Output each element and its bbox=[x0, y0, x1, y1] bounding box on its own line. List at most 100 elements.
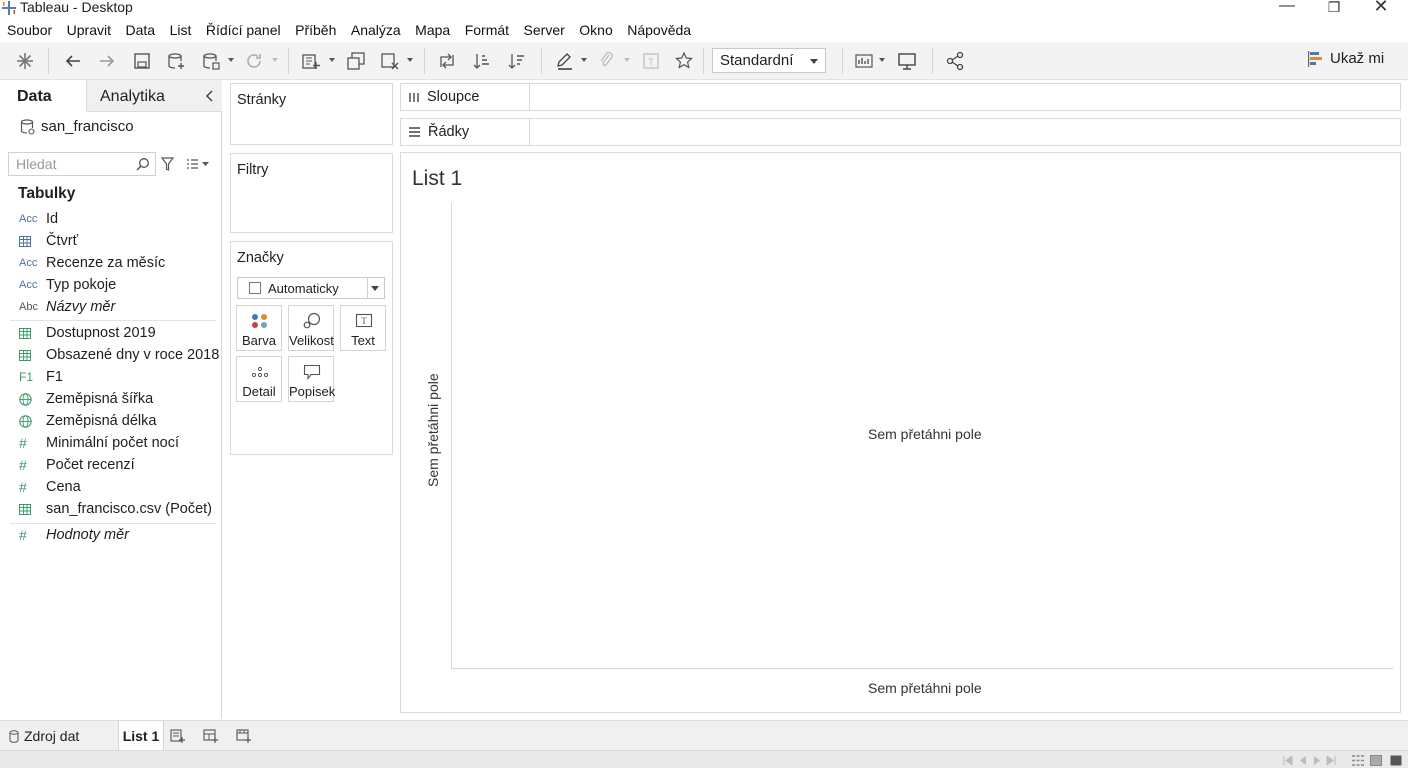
chevron-down-icon[interactable] bbox=[329, 58, 335, 62]
search-field[interactable] bbox=[8, 152, 156, 176]
share-icon[interactable] bbox=[943, 50, 967, 72]
chevron-down-icon[interactable] bbox=[407, 58, 413, 62]
tab-analytics[interactable]: Analytika bbox=[86, 80, 222, 112]
drop-field-here-x[interactable]: Sem přetáhni pole bbox=[868, 680, 982, 696]
chevron-down-icon[interactable] bbox=[624, 58, 630, 62]
sheet-title[interactable]: List 1 bbox=[412, 167, 462, 191]
previous-sheet-icon[interactable] bbox=[1298, 756, 1308, 765]
field-item[interactable]: Zeměpisná délka bbox=[0, 410, 221, 432]
new-dashboard-button[interactable] bbox=[203, 721, 225, 751]
chevron-down-icon[interactable] bbox=[228, 58, 234, 62]
refresh-icon[interactable] bbox=[242, 50, 266, 72]
show-tabs-icon[interactable] bbox=[1390, 755, 1402, 766]
tab-sheet-1[interactable]: List 1 bbox=[118, 721, 164, 751]
size-button[interactable]: Velikost bbox=[288, 305, 334, 351]
text-button[interactable]: T Text bbox=[340, 305, 386, 351]
field-item[interactable]: san_francisco.csv (Počet) bbox=[0, 498, 221, 520]
undo-icon[interactable] bbox=[61, 50, 85, 72]
menu-pribeh[interactable]: Příběh bbox=[295, 22, 336, 38]
save-icon[interactable] bbox=[130, 50, 154, 72]
field-item[interactable]: # Hodnoty měr bbox=[0, 524, 221, 546]
columns-shelf[interactable]: Sloupce bbox=[400, 83, 1401, 111]
pin-icon[interactable] bbox=[672, 50, 696, 72]
menu-server[interactable]: Server bbox=[524, 22, 565, 38]
first-sheet-icon[interactable] bbox=[1283, 756, 1293, 765]
swap-rows-columns-icon[interactable] bbox=[435, 50, 459, 72]
filter-icon[interactable] bbox=[161, 157, 174, 171]
field-item[interactable]: # Minimální počet nocí bbox=[0, 432, 221, 454]
menu-ridici-panel[interactable]: Řídící panel bbox=[206, 22, 281, 38]
fit-select[interactable]: Standardní bbox=[712, 48, 826, 73]
show-me-button[interactable]: Ukaž mi bbox=[1308, 50, 1384, 67]
search-input[interactable] bbox=[9, 153, 127, 175]
view-options-icon[interactable] bbox=[186, 158, 212, 170]
pages-card[interactable]: Stránky bbox=[230, 83, 393, 145]
detail-button[interactable]: Detail bbox=[236, 356, 282, 402]
presentation-mode-icon[interactable] bbox=[895, 50, 919, 72]
table-field-icon bbox=[0, 503, 46, 515]
close-button[interactable]: ✕ bbox=[1358, 0, 1404, 17]
menu-napoveda[interactable]: Nápověda bbox=[627, 22, 691, 38]
field-label: Čtvrť bbox=[46, 233, 79, 249]
show-mark-labels-icon[interactable]: T bbox=[639, 50, 663, 72]
field-label: Minimální počet nocí bbox=[46, 435, 179, 451]
menu-list[interactable]: List bbox=[170, 22, 192, 38]
sort-descending-icon[interactable] bbox=[505, 50, 529, 72]
menu-mapa[interactable]: Mapa bbox=[415, 22, 450, 38]
new-worksheet-button[interactable] bbox=[170, 721, 192, 751]
duplicate-sheet-icon[interactable] bbox=[344, 50, 368, 72]
rows-shelf-label: Řádky bbox=[428, 124, 470, 140]
clear-sheet-icon[interactable] bbox=[378, 50, 402, 72]
field-item[interactable]: Obsazené dny v roce 2018 bbox=[0, 344, 221, 366]
field-item[interactable]: Acc Typ pokoje bbox=[0, 274, 221, 296]
chevron-down-icon[interactable] bbox=[272, 58, 278, 62]
fit-width-icon[interactable] bbox=[852, 50, 876, 72]
last-sheet-icon[interactable] bbox=[1326, 756, 1336, 765]
color-button[interactable]: Barva bbox=[236, 305, 282, 351]
group-members-icon[interactable] bbox=[594, 50, 618, 72]
field-item[interactable]: F1 F1 bbox=[0, 366, 221, 388]
new-worksheet-icon[interactable] bbox=[299, 50, 323, 72]
field-item[interactable]: Zeměpisná šířka bbox=[0, 388, 221, 410]
tab-datasource[interactable]: Zdroj dat bbox=[0, 721, 118, 751]
toolbar: T bbox=[0, 42, 1408, 80]
field-item[interactable]: Acc Recenze za měsíc bbox=[0, 252, 221, 274]
filters-card[interactable]: Filtry bbox=[230, 153, 393, 233]
mark-type-select[interactable]: Automaticky bbox=[237, 277, 385, 299]
menu-okno[interactable]: Okno bbox=[579, 22, 612, 38]
show-sheet-sorter-icon[interactable] bbox=[1352, 755, 1364, 766]
redo-icon[interactable] bbox=[95, 50, 119, 72]
field-item[interactable]: # Cena bbox=[0, 476, 221, 498]
datasource-item[interactable]: san_francisco bbox=[20, 118, 134, 135]
chevron-left-icon[interactable] bbox=[204, 89, 216, 103]
menu-format[interactable]: Formát bbox=[465, 22, 509, 38]
field-item[interactable]: Dostupnost 2019 bbox=[0, 322, 221, 344]
chevron-down-icon[interactable] bbox=[879, 58, 885, 62]
drop-field-here-center[interactable]: Sem přetáhni pole bbox=[868, 426, 982, 442]
new-story-button[interactable] bbox=[236, 721, 258, 751]
field-item[interactable]: Čtvrť bbox=[0, 230, 221, 252]
new-datasource-icon[interactable] bbox=[164, 50, 188, 72]
chevron-down-icon[interactable] bbox=[581, 58, 587, 62]
restore-button[interactable]: ❐ bbox=[1311, 0, 1357, 16]
show-filmstrip-icon[interactable] bbox=[1370, 755, 1382, 766]
sort-ascending-icon[interactable] bbox=[470, 50, 494, 72]
view-canvas[interactable]: List 1 Sem přetáhni pole Sem přetáhni po… bbox=[400, 152, 1401, 713]
menu-soubor[interactable]: Soubor bbox=[7, 22, 52, 38]
minimize-button[interactable]: — bbox=[1264, 0, 1310, 15]
field-label: Názvy měr bbox=[46, 299, 116, 315]
field-item[interactable]: # Počet recenzí bbox=[0, 454, 221, 476]
tab-data[interactable]: Data bbox=[0, 80, 86, 112]
highlight-icon[interactable] bbox=[553, 50, 577, 72]
menu-data[interactable]: Data bbox=[126, 22, 156, 38]
pause-updates-icon[interactable] bbox=[199, 50, 223, 72]
field-item[interactable]: Abc Názvy měr bbox=[0, 296, 221, 318]
tooltip-button[interactable]: Popisek bbox=[288, 356, 335, 402]
tableau-home-icon[interactable] bbox=[13, 50, 37, 72]
drop-field-here-y[interactable]: Sem přetáhni pole bbox=[425, 373, 441, 487]
rows-shelf[interactable]: Řádky bbox=[400, 118, 1401, 146]
field-item[interactable]: Acc Id bbox=[0, 208, 221, 230]
menu-analyza[interactable]: Analýza bbox=[351, 22, 401, 38]
menu-upravit[interactable]: Upravit bbox=[67, 22, 111, 38]
next-sheet-icon[interactable] bbox=[1312, 756, 1322, 765]
